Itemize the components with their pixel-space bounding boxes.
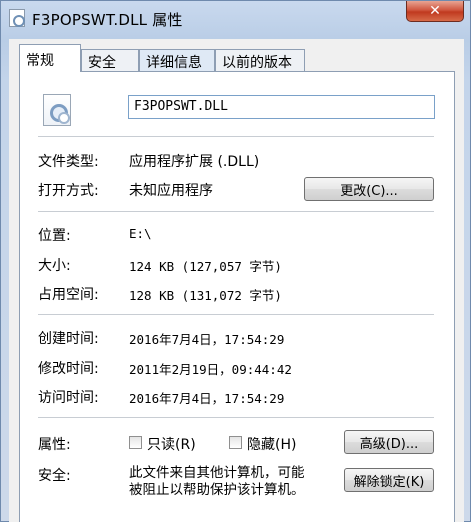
tab-security[interactable]: 安全 — [81, 49, 139, 71]
window-title: F3POPSWT.DLL 属性 — [32, 11, 183, 29]
accessed-label: 访问时间: — [38, 390, 99, 406]
tab-label: 以前的版本 — [222, 55, 292, 71]
file-type-label: 文件类型: — [38, 154, 99, 170]
unblock-button[interactable]: 解除锁定(K) — [344, 468, 434, 492]
security-line-1: 此文件来自其他计算机，可能 — [129, 465, 305, 481]
created-label: 创建时间: — [38, 331, 99, 347]
opens-with-value: 未知应用程序 — [129, 183, 213, 199]
hidden-checkbox[interactable] — [229, 436, 242, 449]
separator — [38, 211, 434, 212]
advanced-button[interactable]: 高级(D)... — [344, 430, 434, 454]
close-icon: ✕ — [429, 3, 441, 19]
attributes-label: 属性: — [38, 437, 71, 453]
tab-general[interactable]: 常规 — [19, 44, 81, 72]
dll-file-icon — [43, 94, 71, 126]
location-value: E:\ — [129, 226, 152, 241]
tab-label: 安全 — [88, 55, 116, 71]
security-label: 安全: — [38, 468, 71, 484]
close-button[interactable]: ✕ — [406, 1, 464, 22]
separator — [38, 417, 434, 418]
separator — [38, 314, 434, 315]
tab-label: 详细信息 — [146, 55, 202, 71]
tab-label: 常规 — [26, 53, 54, 69]
file-type-value: 应用程序扩展 (.DLL) — [129, 154, 260, 170]
size-label: 大小: — [38, 258, 71, 274]
location-label: 位置: — [38, 228, 71, 244]
title-bar[interactable]: F3POPSWT.DLL 属性 ✕ — [1, 1, 470, 39]
created-value: 2016年7月4日，17:54:29 — [129, 332, 285, 347]
properties-window: F3POPSWT.DLL 属性 ✕ 常规 安全 详细信息 以前的版本 F3POP… — [0, 0, 471, 522]
tab-previous-versions[interactable]: 以前的版本 — [215, 49, 305, 71]
hidden-label[interactable]: 隐藏(H) — [247, 434, 296, 454]
accessed-value: 2016年7月4日，17:54:29 — [129, 391, 285, 406]
readonly-label[interactable]: 只读(R) — [147, 434, 196, 454]
opens-with-label: 打开方式: — [38, 183, 99, 199]
tab-details[interactable]: 详细信息 — [139, 49, 215, 71]
size-value: 124 KB (127,057 字节) — [129, 259, 282, 274]
size-on-disk-value: 128 KB (131,072 字节) — [129, 288, 282, 303]
security-warning-text: 此文件来自其他计算机，可能 被阻止以帮助保护该计算机。 — [129, 465, 349, 499]
modified-label: 修改时间: — [38, 361, 99, 377]
size-on-disk-label: 占用空间: — [38, 287, 99, 303]
modified-value: 2011年2月19日，09:44:42 — [129, 362, 292, 377]
readonly-checkbox[interactable] — [129, 436, 142, 449]
change-button[interactable]: 更改(C)... — [304, 177, 434, 201]
file-name-input[interactable]: F3POPSWT.DLL — [128, 95, 435, 119]
general-tab-content: F3POPSWT.DLL 文件类型: 应用程序扩展 (.DLL) 打开方式: 未… — [19, 71, 455, 522]
separator — [38, 136, 434, 137]
file-icon — [9, 9, 25, 27]
security-line-2: 被阻止以帮助保护该计算机。 — [129, 482, 305, 498]
